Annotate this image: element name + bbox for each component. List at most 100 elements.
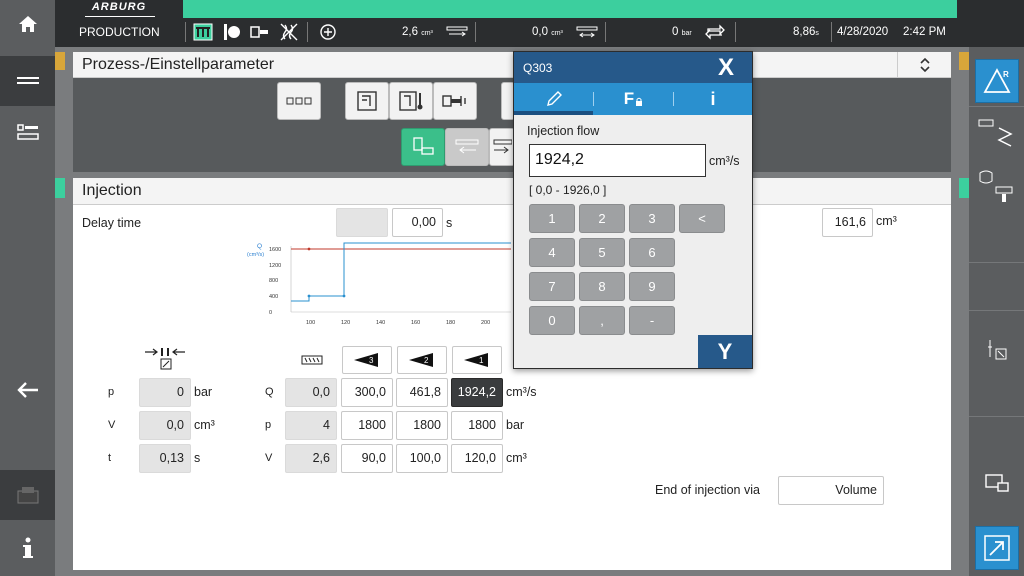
chevron-up-down-icon	[919, 57, 930, 73]
dosing-volume-readout: 2,6 cm³	[402, 26, 433, 38]
injection-panel-header: Injection	[73, 178, 951, 205]
dialog-unit: cm³/s	[709, 154, 740, 168]
triangle-r-icon: R	[982, 68, 1011, 93]
save-data-button[interactable]	[0, 470, 55, 520]
data-carrier-icon	[17, 487, 38, 504]
stage-triangle-icon: 3	[354, 353, 378, 367]
injection-tab-button[interactable]	[401, 128, 445, 166]
machine-overview-button[interactable]	[0, 112, 55, 152]
axis-icon	[987, 340, 1006, 360]
sequence-button[interactable]	[277, 82, 321, 120]
section-accent-left	[55, 52, 65, 70]
keypad-key[interactable]: 0	[529, 306, 575, 335]
dosing-volume-unit: cm³	[421, 30, 433, 37]
keypad-key[interactable]: 5	[579, 238, 625, 267]
home-button[interactable]	[0, 4, 55, 44]
keypad-key[interactable]: 2	[579, 204, 625, 233]
stage-3-input[interactable]: 1800	[341, 411, 393, 440]
end-of-injection-select[interactable]: Volume	[778, 476, 884, 505]
mold-temperature-button[interactable]	[389, 82, 433, 120]
chart-y-title: Q	[257, 243, 262, 250]
nozzle-icon[interactable]	[249, 22, 271, 42]
date-readout: 4/28/2020	[837, 26, 889, 38]
stage-2-input[interactable]: 1800	[396, 411, 448, 440]
stage-number: 3	[369, 356, 374, 365]
dialog-close-button[interactable]: X	[700, 52, 752, 83]
header-separator	[735, 22, 736, 42]
injection-settings-button[interactable]	[969, 112, 1024, 156]
chart-x-tick: 120	[341, 320, 350, 326]
expand-window-button[interactable]	[969, 524, 1024, 572]
lock-icon	[636, 97, 643, 106]
keypad-key[interactable]: ,	[579, 306, 625, 335]
tab-function-lock[interactable]: F	[594, 83, 673, 115]
svg-text:R: R	[1003, 70, 1009, 79]
stage-1-input[interactable]: 120,0	[451, 444, 503, 473]
stage-2-input[interactable]: 461,8	[396, 378, 448, 407]
dialog-ok-button[interactable]: Y	[698, 335, 752, 368]
chart-y-tick: 1200	[269, 263, 281, 269]
tab-f-label: F	[623, 89, 635, 108]
cushion-volume-unit: cm³	[551, 30, 563, 37]
stage-triangle-icon: 1	[464, 353, 488, 367]
arburg-ai-button[interactable]: R	[969, 58, 1024, 104]
active-tab-indicator	[514, 111, 593, 115]
decompression-icon	[493, 139, 512, 154]
monitor-export-button[interactable]	[969, 468, 1024, 500]
stage-3-input[interactable]: 90,0	[341, 444, 393, 473]
dialog-title: Q303	[523, 61, 553, 75]
info-button[interactable]	[0, 528, 55, 568]
mold-status-icon[interactable]	[192, 22, 214, 42]
header-separator	[307, 22, 308, 42]
flow-point	[342, 294, 346, 298]
back-button[interactable]	[0, 370, 55, 410]
pressure-readout: 0 bar	[672, 26, 692, 38]
operating-mode-label: PRODUCTION	[79, 25, 160, 39]
cycle-time-value: 8,86	[793, 26, 816, 38]
ejector-button[interactable]	[433, 82, 477, 120]
process-view-button[interactable]	[0, 56, 55, 106]
keypad-key[interactable]: <	[679, 204, 725, 233]
collapse-button[interactable]	[897, 52, 951, 78]
keypad-key[interactable]: 4	[529, 238, 575, 267]
injection-flow-input[interactable]: 1924,2	[529, 144, 706, 177]
time-readout: 2:42 PM	[903, 26, 946, 38]
keypad-key[interactable]: 7	[529, 272, 575, 301]
keypad-key[interactable]: 1	[529, 204, 575, 233]
stage-1-input[interactable]: 1800	[451, 411, 503, 440]
stage-2-input[interactable]: 100,0	[396, 444, 448, 473]
cycle-stop-icon[interactable]	[221, 22, 243, 42]
right-header-corner	[969, 0, 1024, 47]
keypad-key[interactable]: 8	[579, 272, 625, 301]
dialog-header: Q303 X	[514, 52, 752, 83]
chart-x-tick: 160	[411, 320, 420, 326]
section-accent-right-2	[959, 178, 969, 198]
stage-3-input[interactable]: 300,0	[341, 378, 393, 407]
holding-pressure-button[interactable]	[969, 160, 1024, 210]
dosing-tab-button[interactable]	[445, 128, 489, 166]
dosing-volume-input[interactable]: 161,6	[822, 208, 873, 237]
keypad-key[interactable]: -	[629, 306, 675, 335]
actual-value-field: 0,0	[139, 411, 191, 440]
mold-button[interactable]	[345, 82, 389, 120]
delay-time-input[interactable]: 0,00	[392, 208, 443, 237]
keypad-key[interactable]: 3	[629, 204, 675, 233]
keypad-key[interactable]: 6	[629, 238, 675, 267]
tab-info[interactable]: i	[674, 83, 752, 115]
stage-1-input[interactable]: 1924,2	[451, 378, 503, 407]
dosing-volume-value: 2,6	[402, 26, 418, 38]
row-label: t	[108, 452, 112, 464]
keypad-key[interactable]: 9	[629, 272, 675, 301]
panel-header: Prozess-/Einstellparameter	[73, 52, 951, 78]
logo-underline	[85, 16, 155, 17]
graphics-settings-button[interactable]	[969, 330, 1024, 370]
decompression-tab-button[interactable]	[489, 128, 515, 166]
screw-position-icon	[445, 22, 469, 42]
injection-stage-1-button[interactable]: 1	[452, 346, 502, 374]
injection-stage-3-button[interactable]: 3	[342, 346, 392, 374]
injection-stage-2-button[interactable]: 2	[397, 346, 447, 374]
row-label: V	[108, 419, 116, 431]
heating-off-icon[interactable]	[278, 22, 300, 42]
oil-temperature-icon[interactable]	[317, 22, 339, 42]
row-unit: bar	[194, 385, 213, 399]
